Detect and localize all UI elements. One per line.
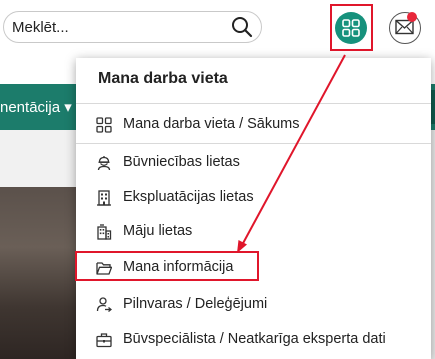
menu-divider: [76, 103, 431, 104]
menu-item-operation-cases[interactable]: Ekspluatācijas lietas: [76, 181, 431, 215]
menu-item-authorizations[interactable]: Pilnvaras / Deleģējumi: [76, 288, 431, 322]
menu-item-construction-cases[interactable]: Būvniecības lietas: [76, 146, 431, 180]
user-delegate-icon: [96, 297, 112, 313]
menu-divider: [76, 143, 431, 144]
workspace-dropdown-menu: Mana darba vieta Mana darba vieta / Sāku…: [76, 58, 431, 359]
search-icon[interactable]: [231, 16, 253, 38]
menu-item-label: Mana darba vieta / Sākums: [123, 116, 300, 132]
background-photo: [0, 187, 80, 359]
building-icon: [97, 190, 111, 206]
notification-badge: [407, 12, 417, 22]
briefcase-icon: [96, 333, 112, 348]
menu-item-highlight: [75, 251, 259, 281]
nav-bar-edge: [431, 90, 435, 124]
menu-item-workspace-home[interactable]: Mana darba vieta / Sākums: [76, 108, 431, 142]
menu-item-specialist-data[interactable]: Būvspeciālista / Neatkarīga eksperta dat…: [76, 323, 431, 357]
apps-button-highlight: [330, 4, 373, 51]
menu-item-label: Būvniecības lietas: [123, 154, 240, 170]
menu-item-house-cases[interactable]: Māju lietas: [76, 215, 431, 249]
search-input[interactable]: [12, 18, 222, 36]
menu-item-label: Būvspeciālista / Neatkarīga eksperta dat…: [123, 331, 386, 347]
background-panel: [0, 130, 80, 187]
apartment-icon: [97, 224, 112, 240]
menu-title: Mana darba vieta: [98, 70, 228, 87]
nav-item-documentation[interactable]: nentācija ▾: [0, 98, 72, 116]
search-bar[interactable]: [3, 11, 262, 43]
menu-item-label: Pilnvaras / Deleģējumi: [123, 296, 268, 312]
menu-item-label: Ekspluatācijas lietas: [123, 189, 254, 205]
worker-icon: [97, 156, 111, 171]
grid-icon: [96, 117, 112, 133]
menu-item-label: Māju lietas: [123, 223, 193, 239]
